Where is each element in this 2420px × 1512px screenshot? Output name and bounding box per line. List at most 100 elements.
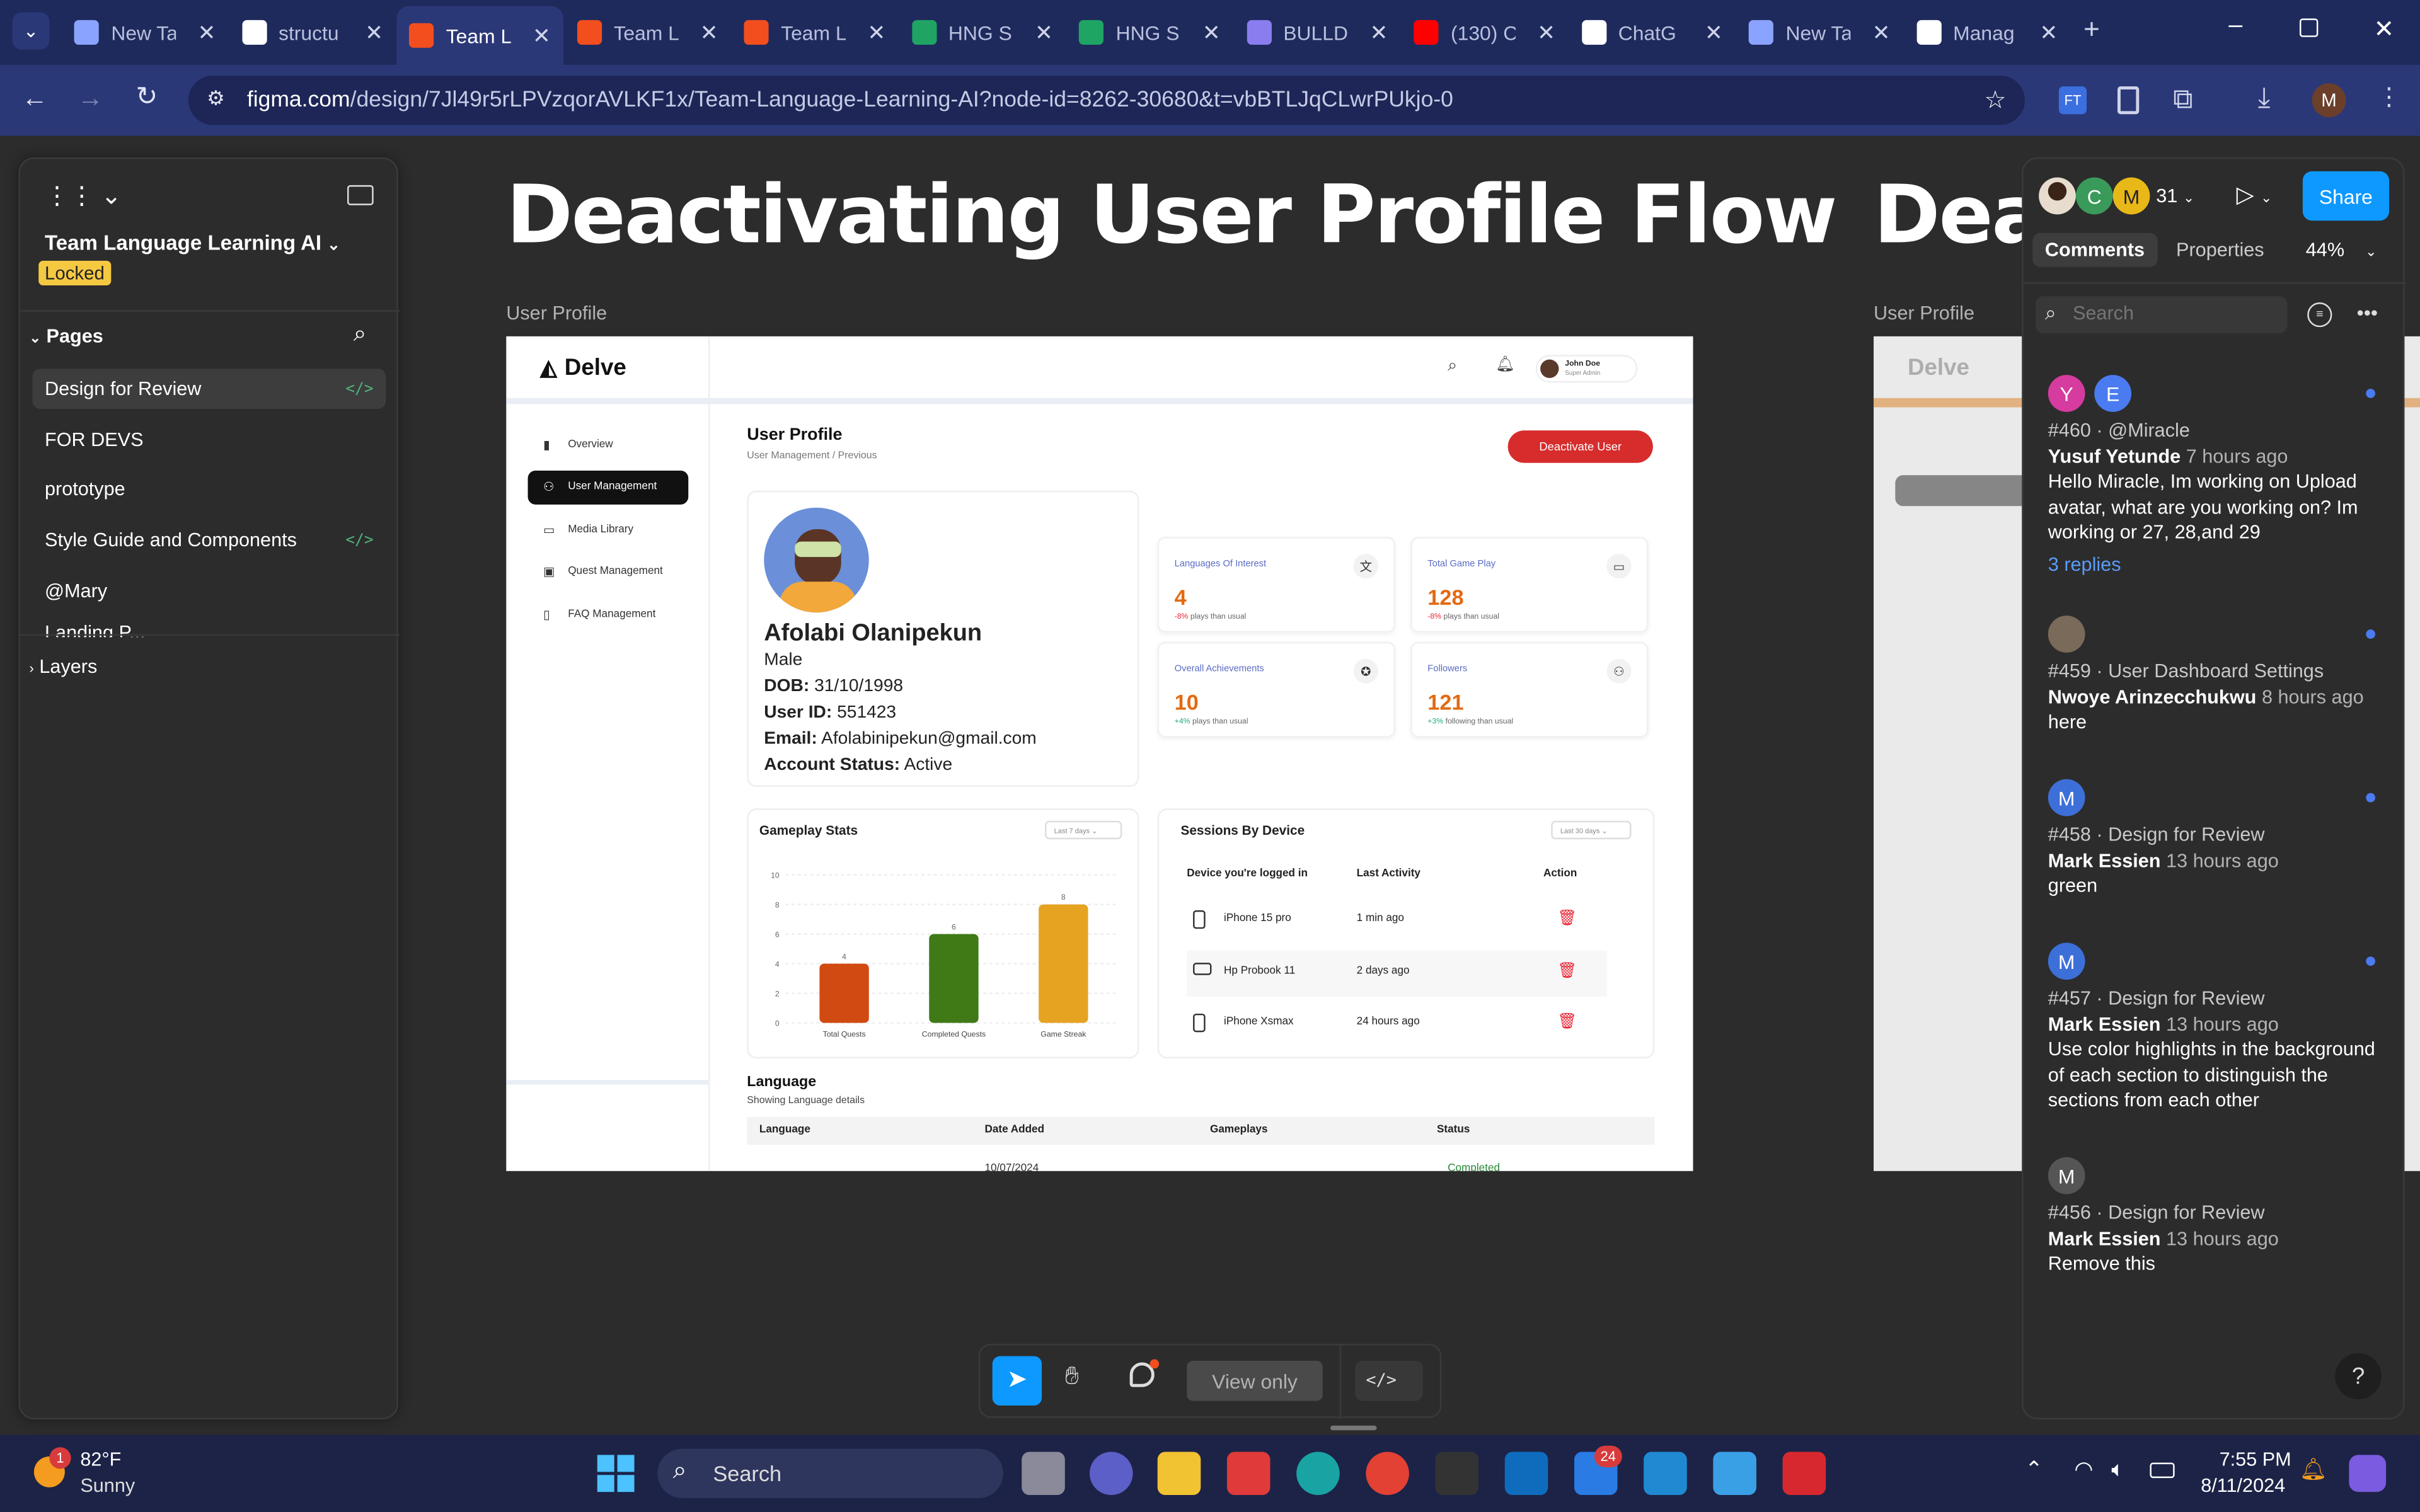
back-arrow-icon[interactable]: ← <box>21 83 48 114</box>
comment-search-input[interactable] <box>2072 302 2274 324</box>
filter-icon[interactable]: ≡ <box>2307 302 2332 328</box>
terminal-icon[interactable] <box>1435 1452 1479 1496</box>
close-tab-icon[interactable]: ✕ <box>1369 20 1388 46</box>
commenter-avatar[interactable]: M <box>2048 942 2085 980</box>
close-tab-icon[interactable]: ✕ <box>1035 20 1053 46</box>
copilot-icon[interactable] <box>2349 1455 2387 1492</box>
download-icon[interactable]: ⤓ <box>2258 82 2271 114</box>
delete-icon[interactable]: 🗑︎ <box>1557 1014 1577 1031</box>
page-item[interactable]: Design for Review </> <box>32 369 386 409</box>
close-tab-icon[interactable]: ✕ <box>1705 20 1723 46</box>
site-info-icon[interactable]: ⚙ <box>207 86 225 111</box>
close-tab-icon[interactable]: ✕ <box>1872 20 1891 46</box>
volume-icon[interactable]: 🔈︎ <box>2111 1457 2124 1483</box>
more-options-icon[interactable]: ••• <box>2357 301 2378 324</box>
clock-time[interactable]: 7:55 PM <box>2220 1449 2291 1470</box>
close-tab-icon[interactable]: ✕ <box>1537 20 1555 46</box>
page-item[interactable]: Style Guide and Components </> <box>32 520 386 561</box>
comment-search-field[interactable]: ⌕ <box>2036 296 2288 333</box>
toolbar-drag-handle[interactable] <box>1330 1425 1377 1431</box>
browser-tab[interactable]: Team L ✕ <box>564 9 730 55</box>
hand-tool-icon[interactable]: ✋︎ <box>1065 1364 1079 1392</box>
browser-tab[interactable]: HNG S ✕ <box>899 9 1066 55</box>
comment-thread[interactable]: #459 · User Dashboard Settings Nwoye Arin… <box>2048 659 2391 735</box>
close-tab-icon[interactable]: ✕ <box>2039 20 2058 46</box>
chrome-icon[interactable] <box>1366 1452 1409 1496</box>
weather-temp[interactable]: 82°F <box>80 1449 121 1470</box>
browser-tab[interactable]: Manag ✕ <box>1904 9 2070 55</box>
page-item[interactable]: @Mary <box>32 571 386 611</box>
multiplayer-avatar-c[interactable]: C <box>2075 177 2113 215</box>
browser-tab[interactable]: structu ✕ <box>229 9 396 55</box>
file-explorer-icon[interactable] <box>1157 1452 1201 1496</box>
nav-item[interactable]: ⚇ User Management <box>527 469 689 504</box>
commenter-avatar[interactable]: M <box>2048 1157 2085 1194</box>
browser-tab[interactable]: BULLD ✕ <box>1234 9 1400 55</box>
vscode-icon[interactable] <box>1644 1452 1687 1496</box>
comment-thread[interactable]: #456 · Design for Review Mark Essien 13 h… <box>2048 1200 2391 1276</box>
gameplay-range-select[interactable]: Last 7 days ⌄ <box>1044 820 1122 840</box>
outlook-icon[interactable] <box>1504 1452 1548 1496</box>
extension-icon[interactable]: FT <box>2058 86 2087 115</box>
dev-mode-toggle[interactable]: </> <box>1355 1361 1423 1401</box>
browser-tab[interactable]: ChatG ✕ <box>1569 9 1735 55</box>
restore-button[interactable] <box>2299 18 2319 37</box>
commenter-avatar[interactable]: Y <box>2048 375 2085 412</box>
search-pages-icon[interactable]: ⌕ <box>354 321 367 347</box>
delete-icon[interactable]: 🗑︎ <box>1557 910 1577 927</box>
page-item[interactable]: prototype <box>32 469 386 510</box>
move-tool-icon[interactable]: ➤ <box>992 1356 1042 1406</box>
puzzle-extensions-icon[interactable]: ⧉ <box>2173 83 2192 115</box>
user-profile-frame[interactable]: ◭ Delve ⌕ 🔔︎ John Doe Super Admin ▮ Overvi… <box>506 336 1693 1171</box>
commenter-avatar[interactable]: M <box>2048 779 2085 816</box>
tab-search-dropdown-icon[interactable]: ⌄ <box>12 12 50 50</box>
page-item[interactable]: FOR DEVS <box>32 419 386 459</box>
browser-menu-icon[interactable]: ⋮ <box>2377 82 2401 113</box>
start-windows-icon[interactable] <box>597 1455 635 1492</box>
browser-tab[interactable]: New Ta ✕ <box>1736 9 1903 55</box>
frame-label[interactable]: User Profile <box>506 302 607 324</box>
commenter-avatar[interactable] <box>2048 616 2085 653</box>
notification-bell-icon[interactable]: 🔔︎ <box>2300 1457 2327 1483</box>
multiplayer-avatar[interactable] <box>2039 177 2076 215</box>
bell-icon[interactable]: 🔔︎ <box>1495 357 1515 374</box>
tab-comments[interactable]: Comments <box>2032 232 2157 267</box>
browser-tab[interactable]: Team L ✕ <box>396 6 563 65</box>
breadcrumb-item[interactable]: User Management <box>747 450 829 461</box>
close-tab-icon[interactable]: ✕ <box>1202 20 1221 46</box>
acrobat-icon[interactable] <box>1782 1452 1826 1496</box>
figma-main-menu-icon[interactable]: ⋮⋮ ⌄ <box>45 181 122 212</box>
comment-thread[interactable]: #457 · Design for Review Mark Essien 13 h… <box>2048 986 2391 1113</box>
tray-overflow-icon[interactable]: ⌃ <box>2025 1457 2043 1483</box>
browser-tab[interactable]: (130) C ✕ <box>1402 9 1568 55</box>
toggle-sidebar-icon[interactable] <box>347 185 374 205</box>
pages-header[interactable]: ⌄ Pages <box>30 326 103 347</box>
nav-item[interactable]: ▣ Quest Management <box>528 555 689 589</box>
comment-thread[interactable]: #460 · @Miracle Yusuf Yetunde 7 hours ago… <box>2048 418 2391 577</box>
commenter-avatar[interactable]: E <box>2094 375 2132 412</box>
task-view-icon[interactable] <box>1022 1452 1065 1496</box>
deactivate-user-button[interactable]: Deactivate User <box>1507 430 1653 463</box>
delete-icon[interactable]: 🗑︎ <box>1557 962 1577 979</box>
close-tab-icon[interactable]: ✕ <box>533 23 551 49</box>
share-button[interactable]: Share <box>2302 171 2390 221</box>
comment-thread[interactable]: #458 · Design for Review Mark Essien 13 h… <box>2048 822 2391 898</box>
chat-app-icon[interactable] <box>1089 1452 1133 1496</box>
nav-item[interactable]: ▯ FAQ Management <box>528 598 689 632</box>
profile-avatar[interactable]: M <box>2312 83 2346 118</box>
browser-tab[interactable]: New Ta ✕ <box>62 9 228 55</box>
layers-header[interactable]: › Layers <box>30 656 98 677</box>
nav-item[interactable]: ▭ Media Library <box>528 513 689 547</box>
browser-tab[interactable]: Team L ✕ <box>732 9 898 55</box>
taskbar-search[interactable]: ⌕ Search <box>657 1448 1003 1498</box>
bookmark-star-icon[interactable]: ☆ <box>1985 85 2007 116</box>
close-tab-icon[interactable]: ✕ <box>700 20 718 46</box>
clock-date[interactable]: 8/11/2024 <box>2201 1475 2285 1496</box>
frame-label-2[interactable]: User Profile <box>1874 302 1974 324</box>
reload-icon[interactable]: ↻ <box>136 82 158 113</box>
present-play-icon[interactable]: ▷ ⌄ <box>2237 181 2273 209</box>
close-tab-icon[interactable]: ✕ <box>365 20 383 46</box>
edge-icon[interactable] <box>1296 1452 1340 1496</box>
search-icon[interactable]: ⌕ <box>1448 357 1457 377</box>
notepad-icon[interactable] <box>1713 1452 1756 1496</box>
